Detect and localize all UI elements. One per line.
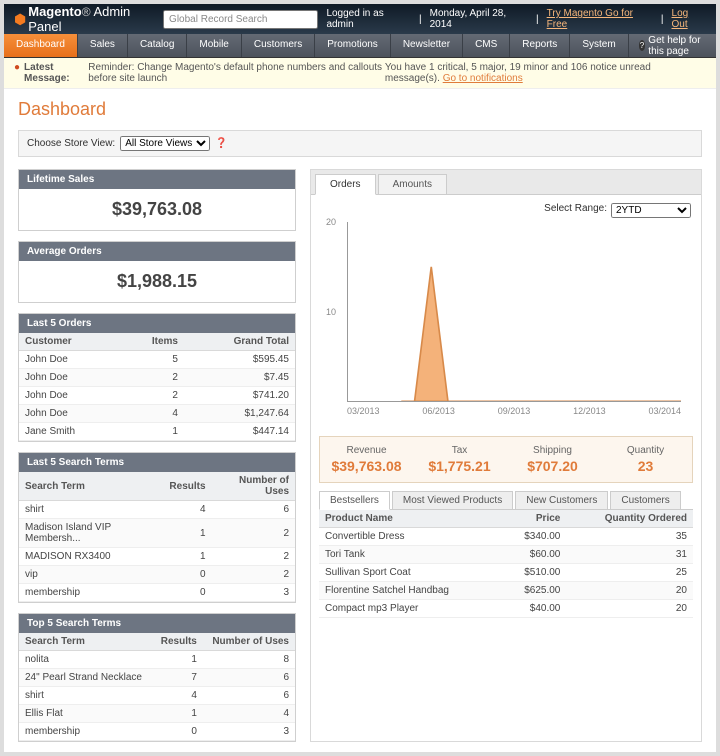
subtab-customers[interactable]: Customers <box>610 491 680 509</box>
table-row[interactable]: John Doe4$1,247.64 <box>19 405 295 423</box>
alert-icon: ● <box>14 62 20 84</box>
nav-promotions[interactable]: Promotions <box>315 34 391 57</box>
range-select[interactable]: 2YTD <box>611 203 691 218</box>
subtab-new-customers[interactable]: New Customers <box>515 491 608 509</box>
store-view-select[interactable]: All Store Views <box>120 136 210 151</box>
average-orders-box: Average Orders $1,988.15 <box>18 241 296 303</box>
subtab-bestsellers[interactable]: Bestsellers <box>319 491 390 510</box>
logo: ⬢ Magento® Admin Panel <box>14 4 163 34</box>
table-row[interactable]: nolita18 <box>19 651 295 669</box>
main-nav: DashboardSalesCatalogMobileCustomersProm… <box>4 34 716 58</box>
table-row[interactable]: 24" Pearl Strand Necklace76 <box>19 669 295 687</box>
tab-orders[interactable]: Orders <box>315 174 376 195</box>
store-view-toolbar: Choose Store View: All Store Views ❓ <box>18 130 702 157</box>
table-row[interactable]: Convertible Dress$340.0035 <box>319 528 693 546</box>
top-search-table: Search TermResultsNumber of Usesnolita18… <box>19 633 295 741</box>
last-orders-table: CustomerItemsGrand TotalJohn Doe5$595.45… <box>19 333 295 441</box>
table-row[interactable]: membership03 <box>19 584 295 602</box>
table-row[interactable]: membership03 <box>19 723 295 741</box>
message-text: Reminder: Change Magento's default phone… <box>88 62 385 84</box>
nav-catalog[interactable]: Catalog <box>128 34 187 57</box>
table-row[interactable]: MADISON RX340012 <box>19 548 295 566</box>
chart-panel: OrdersAmounts Select Range: 2YTD 20 10 0… <box>310 169 702 742</box>
stat-quantity: 23 <box>599 458 692 474</box>
table-row[interactable]: John Doe2$741.20 <box>19 387 295 405</box>
nav-sales[interactable]: Sales <box>78 34 128 57</box>
tab-amounts[interactable]: Amounts <box>378 174 447 194</box>
table-row[interactable]: vip02 <box>19 566 295 584</box>
magento-icon: ⬢ <box>14 11 26 28</box>
stat-shipping: $707.20 <box>506 458 599 474</box>
table-row[interactable]: Compact mp3 Player$40.0020 <box>319 600 693 618</box>
table-row[interactable]: Sullivan Sport Coat$510.0025 <box>319 564 693 582</box>
nav-system[interactable]: System <box>570 34 628 57</box>
global-search-input[interactable] <box>163 10 318 29</box>
top-search-box: Top 5 Search Terms Search TermResultsNum… <box>18 613 296 742</box>
logout-link[interactable]: Log Out <box>672 8 706 30</box>
nav-mobile[interactable]: Mobile <box>187 34 241 57</box>
table-row[interactable]: John Doe5$595.45 <box>19 351 295 369</box>
header: ⬢ Magento® Admin Panel Logged in as admi… <box>4 4 716 34</box>
table-row[interactable]: shirt46 <box>19 687 295 705</box>
lifetime-sales-value: $39,763.08 <box>19 189 295 230</box>
stats-bar: Revenue$39,763.08Tax$1,775.21Shipping$70… <box>319 436 693 483</box>
chart-tabs: OrdersAmounts <box>311 170 701 195</box>
nav-reports[interactable]: Reports <box>510 34 570 57</box>
stat-tax: $1,775.21 <box>413 458 506 474</box>
notifications-link[interactable]: Go to notifications <box>443 73 523 84</box>
table-row[interactable]: Tori Tank$60.0031 <box>319 546 693 564</box>
last-search-table: Search TermResultsNumber of Usesshirt46M… <box>19 472 295 602</box>
help-link[interactable]: Get help for this page <box>648 35 706 57</box>
table-row[interactable]: John Doe2$7.45 <box>19 369 295 387</box>
page-title: Dashboard <box>18 99 702 120</box>
orders-chart: 20 10 <box>347 222 681 402</box>
message-bar: ● Latest Message: Reminder: Change Magen… <box>4 58 716 89</box>
average-orders-value: $1,988.15 <box>19 261 295 302</box>
help-icon: ? <box>639 40 646 51</box>
subtab-most-viewed-products[interactable]: Most Viewed Products <box>392 491 513 509</box>
nav-newsletter[interactable]: Newsletter <box>391 34 463 57</box>
bestsellers-table: Product NamePriceQuantity OrderedConvert… <box>319 510 693 618</box>
date-label: Monday, April 28, 2014 <box>430 8 528 30</box>
table-row[interactable]: Ellis Flat14 <box>19 705 295 723</box>
last-search-box: Last 5 Search Terms Search TermResultsNu… <box>18 452 296 603</box>
last-orders-box: Last 5 Orders CustomerItemsGrand TotalJo… <box>18 313 296 442</box>
table-row[interactable]: Florentine Satchel Handbag$625.0020 <box>319 582 693 600</box>
lifetime-sales-box: Lifetime Sales $39,763.08 <box>18 169 296 231</box>
product-tabs: BestsellersMost Viewed ProductsNew Custo… <box>319 491 693 510</box>
table-row[interactable]: Madison Island VIP Membersh...12 <box>19 519 295 548</box>
table-row[interactable]: shirt46 <box>19 501 295 519</box>
try-link[interactable]: Try Magento Go for Free <box>547 8 653 30</box>
nav-dashboard[interactable]: Dashboard <box>4 34 78 57</box>
logged-in-label: Logged in as admin <box>326 8 411 30</box>
nav-customers[interactable]: Customers <box>242 34 315 57</box>
nav-cms[interactable]: CMS <box>463 34 510 57</box>
help-icon[interactable]: ❓ <box>215 138 227 149</box>
table-row[interactable]: Jane Smith1$447.14 <box>19 423 295 441</box>
stat-revenue: $39,763.08 <box>320 458 413 474</box>
